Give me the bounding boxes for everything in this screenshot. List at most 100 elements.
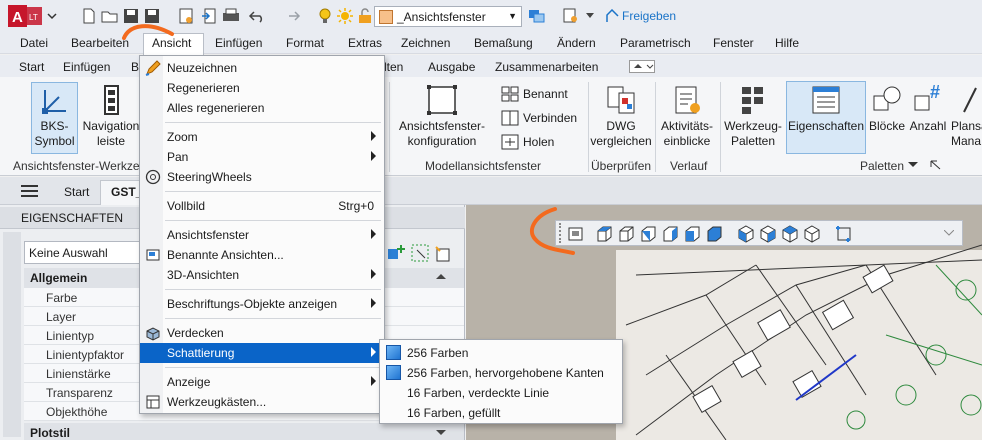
- ribbon-tab-zusammenarbeiten[interactable]: Zusammenarbeiten: [495, 60, 598, 74]
- menu-datei[interactable]: Datei: [20, 36, 48, 50]
- ribbon-tab-ausgabe[interactable]: Ausgabe: [428, 60, 475, 74]
- restore-button[interactable]: Holen: [501, 134, 581, 152]
- menu-item-annotation-objects[interactable]: Beschriftungs-Objekte anzeigen: [140, 294, 384, 314]
- menu-aendern[interactable]: Ändern: [557, 36, 596, 50]
- menu-item-named-views[interactable]: Benannte Ansichten...: [140, 245, 384, 265]
- menu-item-display[interactable]: Anzeige: [140, 372, 384, 392]
- svg-text:#: #: [930, 84, 940, 102]
- count-button[interactable]: # Anzahl: [907, 82, 949, 134]
- view-left-icon[interactable]: [639, 225, 657, 243]
- ribbon-tab-start[interactable]: Start: [19, 60, 44, 74]
- import-icon[interactable]: [200, 7, 218, 25]
- navigation-bar-button[interactable]: Navigation leiste: [80, 84, 142, 149]
- menu-bemassung[interactable]: Bemaßung: [474, 36, 533, 50]
- view-back-icon[interactable]: [705, 225, 723, 243]
- submenu-item-256-edges[interactable]: 256 Farben, hervorgehobene Kanten: [380, 362, 622, 382]
- menu-extras[interactable]: Extras: [348, 36, 382, 50]
- group-plot[interactable]: Plotstil: [24, 423, 464, 440]
- menu-zeichnen[interactable]: Zeichnen: [401, 36, 450, 50]
- submenu-label: 16 Farben, verdeckte Linie: [407, 386, 550, 400]
- tool-palettes-button[interactable]: Werkzeug- Paletten: [722, 84, 784, 149]
- redo-icon[interactable]: [283, 7, 301, 25]
- view-top-icon[interactable]: [595, 225, 613, 243]
- restore-label: Holen: [523, 135, 555, 149]
- ribbon-tab-lten[interactable]: lten: [384, 60, 403, 74]
- menu-label: SteeringWheels: [167, 170, 252, 184]
- menu-item-3d-views[interactable]: 3D-Ansichten: [140, 265, 384, 285]
- doc-tab-name: GST_: [111, 185, 143, 199]
- workspace-combo[interactable]: _Ansichtsfenster ▼: [374, 6, 522, 27]
- menu-label: Anzeige: [167, 375, 211, 389]
- menu-item-viewports[interactable]: Ansichtsfenster: [140, 225, 384, 245]
- sheet-set-button[interactable]: Plansa Mana: [948, 84, 982, 149]
- menu-fenster[interactable]: Fenster: [713, 36, 754, 50]
- named-button[interactable]: Benannt: [501, 86, 581, 104]
- activity-insights-button[interactable]: Aktivitäts- einblicke: [656, 84, 718, 149]
- menu-separator: [165, 220, 381, 221]
- view-front-icon[interactable]: [683, 225, 701, 243]
- layers-icon[interactable]: [528, 7, 546, 25]
- blocks-button[interactable]: Blöcke: [866, 84, 908, 134]
- submenu-item-256-colors[interactable]: 256 Farben: [380, 342, 622, 362]
- submenu-item-16-filled[interactable]: 16 Farben, gefüllt: [380, 402, 622, 422]
- sheet-set-icon: [956, 84, 982, 116]
- toggle-pickadd-icon[interactable]: [387, 244, 405, 262]
- join-button[interactable]: Verbinden: [501, 110, 581, 128]
- view-right-icon[interactable]: [661, 225, 679, 243]
- menu-label: Neuzeichnen: [167, 61, 238, 75]
- menu-einfuegen[interactable]: Einfügen: [215, 36, 262, 50]
- color-swatch: [379, 9, 393, 24]
- dropdown-arrow-icon[interactable]: [585, 7, 595, 25]
- menu-item-regen-all[interactable]: Alles regenerieren: [140, 98, 384, 118]
- logo-badge: LT: [29, 13, 38, 22]
- ribbon-tab-einfuegen[interactable]: Einfügen: [63, 60, 110, 74]
- select-objects-icon[interactable]: [411, 244, 429, 262]
- menu-item-zoom[interactable]: Zoom: [140, 127, 384, 147]
- menu-item-regen[interactable]: Regenerieren: [140, 78, 384, 98]
- menu-item-toolbars[interactable]: Werkzeugkästen...: [140, 392, 384, 412]
- print-icon[interactable]: [222, 7, 240, 25]
- viewport-config-button[interactable]: Ansichtsfenster- konfiguration: [394, 84, 490, 149]
- properties-button[interactable]: Eigenschaften: [786, 84, 866, 134]
- panel-launcher-icon[interactable]: [930, 160, 942, 170]
- toolbar-overflow-icon[interactable]: [944, 230, 954, 236]
- menu-format[interactable]: Format: [286, 36, 324, 50]
- selection-value: Keine Auswahl: [29, 246, 108, 260]
- app-logo[interactable]: A LT: [8, 5, 60, 27]
- share-icon[interactable]: [604, 7, 622, 25]
- menu-item-fullscreen[interactable]: Vollbild Strg+0: [140, 196, 384, 216]
- hamburger-menu-icon[interactable]: [20, 183, 40, 199]
- view-bottom-icon[interactable]: [617, 225, 635, 243]
- new-file-icon[interactable]: [80, 7, 98, 25]
- sun-icon[interactable]: [336, 7, 354, 25]
- view-ne-iso-icon[interactable]: [781, 225, 799, 243]
- panel-expand-icon[interactable]: [908, 162, 918, 168]
- view-se-iso-icon[interactable]: [759, 225, 777, 243]
- lightbulb-icon[interactable]: [316, 7, 334, 25]
- match-properties-icon[interactable]: [562, 7, 580, 25]
- share-label[interactable]: Freigeben: [622, 9, 676, 23]
- ribbon-minimize-button[interactable]: [629, 60, 655, 73]
- ucs-icon: [39, 84, 71, 116]
- view-nw-iso-icon[interactable]: [803, 225, 821, 243]
- menu-item-redraw[interactable]: Neuzeichnen: [140, 58, 384, 78]
- menu-hilfe[interactable]: Hilfe: [775, 36, 799, 50]
- menu-item-steeringwheels[interactable]: SteeringWheels: [140, 167, 384, 187]
- menu-parametrisch[interactable]: Parametrisch: [620, 36, 691, 50]
- collapse-icon[interactable]: [436, 273, 446, 281]
- menu-item-shading[interactable]: Schattierung: [140, 343, 384, 363]
- undo-icon[interactable]: [248, 7, 266, 25]
- camera-icon[interactable]: [835, 225, 853, 243]
- menu-separator: [165, 122, 381, 123]
- view-sw-iso-icon[interactable]: [737, 225, 755, 243]
- lock-icon[interactable]: [356, 7, 374, 25]
- bks-symbol-button[interactable]: BKS- Symbol: [31, 84, 78, 149]
- collapse-icon[interactable]: [436, 429, 446, 437]
- menu-item-hide[interactable]: Verdecken: [140, 323, 384, 343]
- dwg-compare-button[interactable]: DWG vergleichen: [590, 84, 652, 149]
- submenu-item-16-hidden[interactable]: 16 Farben, verdeckte Linie: [380, 382, 622, 402]
- menu-item-pan[interactable]: Pan: [140, 147, 384, 167]
- quick-select-icon[interactable]: [434, 244, 452, 262]
- doc-tab-start[interactable]: Start: [64, 185, 89, 199]
- open-folder-icon[interactable]: [101, 7, 119, 25]
